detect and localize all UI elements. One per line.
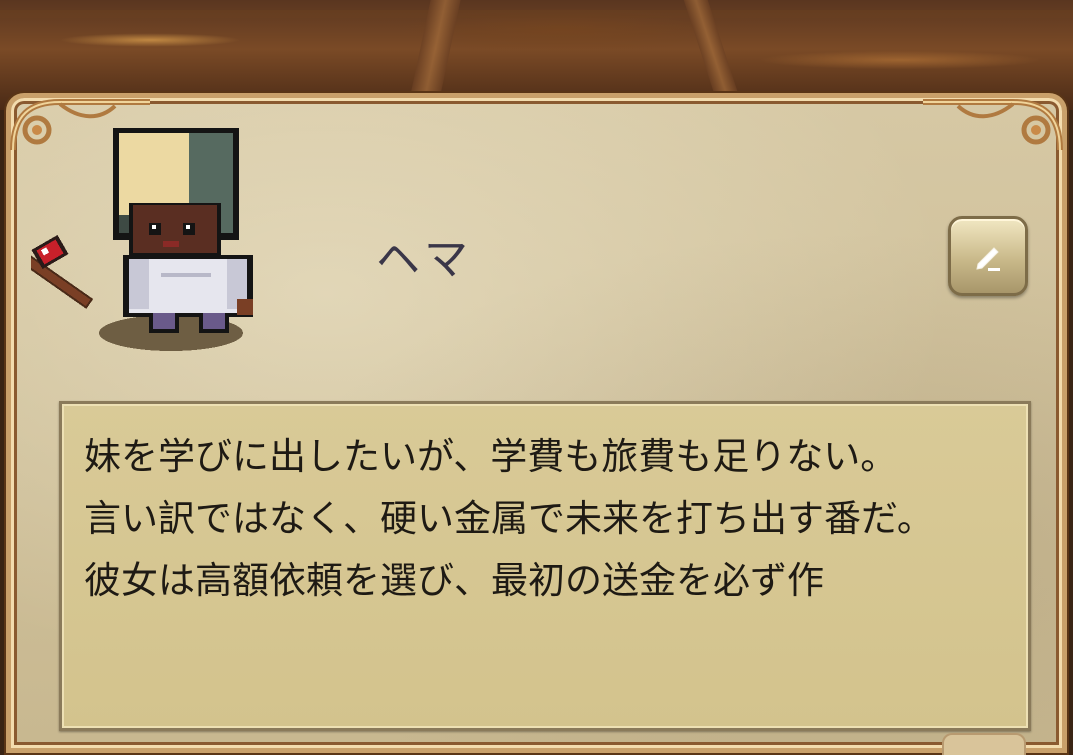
pixel-blacksmith-girl-icon	[31, 128, 253, 351]
panel-corner-tab	[942, 733, 1026, 755]
character-profile-panel: ヘマ 妹を学びに出したいが、学費も旅費も足りない。 言い訳ではなく、硬い金属で未…	[6, 93, 1067, 753]
edit-name-button[interactable]	[948, 216, 1028, 296]
backstory-text: 妹を学びに出したいが、学費も旅費も足りない。 言い訳ではなく、硬い金属で未来を打…	[84, 435, 934, 602]
pencil-icon	[976, 247, 1000, 271]
backstory-box: 妹を学びに出したいが、学費も旅費も足りない。 言い訳ではなく、硬い金属で未来を打…	[59, 401, 1031, 731]
ornament-corner-right	[923, 99, 1063, 151]
background-beam	[0, 10, 1073, 18]
hero-name: ヘマ	[376, 234, 472, 285]
